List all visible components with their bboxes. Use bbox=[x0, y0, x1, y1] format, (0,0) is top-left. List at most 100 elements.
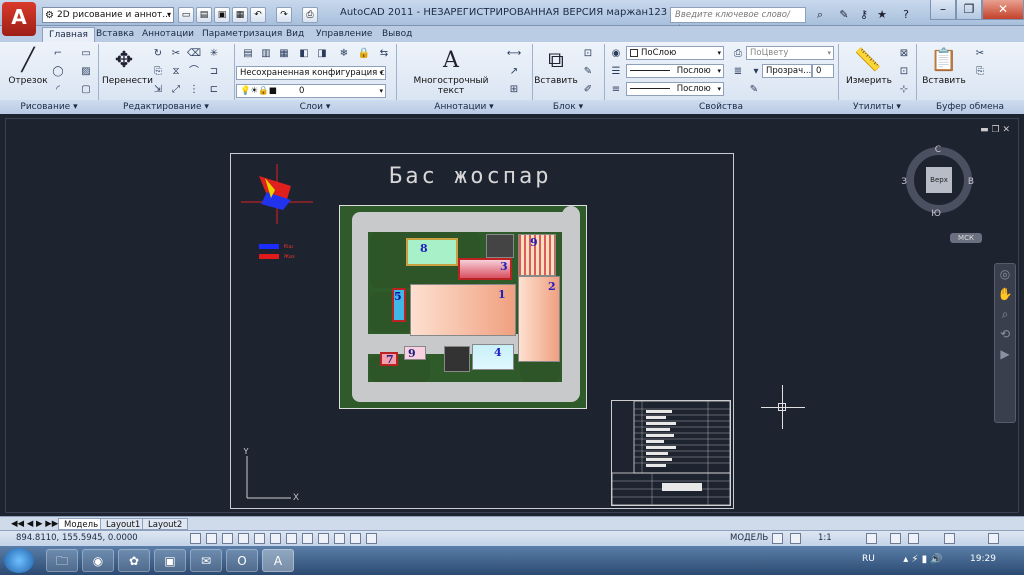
communication-center-icon[interactable]: ✎ bbox=[836, 7, 852, 23]
zoom-icon[interactable]: ⌕ bbox=[995, 304, 1015, 324]
lineweight-toggle[interactable] bbox=[350, 533, 361, 544]
offset-icon[interactable]: ⊐ bbox=[206, 64, 222, 79]
infer-constraints-toggle[interactable] bbox=[190, 533, 201, 544]
application-menu-button[interactable]: A bbox=[2, 2, 36, 36]
clean-screen-icon[interactable] bbox=[988, 533, 999, 544]
erase-icon[interactable]: ⌫ bbox=[186, 46, 202, 61]
orbit-icon[interactable]: ⟲ bbox=[995, 324, 1015, 344]
layer-properties-icon[interactable]: ▤ bbox=[240, 46, 256, 61]
list-icon[interactable]: ≣ bbox=[730, 64, 746, 79]
copy-icon[interactable]: ⎘ bbox=[150, 64, 166, 79]
dimension-icon[interactable]: ⟷ bbox=[506, 46, 522, 61]
viewport-controls[interactable]: ▬ ❐ ✕ bbox=[980, 125, 1010, 135]
viewcube-west[interactable]: З bbox=[901, 177, 907, 187]
language-indicator[interactable]: RU bbox=[862, 554, 875, 564]
new-file-button[interactable]: ▭ bbox=[178, 7, 194, 23]
key-icon[interactable]: ⚷ bbox=[856, 7, 872, 23]
annotation-visibility-icon[interactable] bbox=[866, 533, 877, 544]
point-icon[interactable]: ⊹ bbox=[896, 82, 912, 97]
layout-nav-arrows[interactable]: ◀◀ ◀ ▶ ▶▶ bbox=[6, 518, 63, 530]
polar-toggle[interactable] bbox=[254, 533, 265, 544]
tab-annotate[interactable]: Аннотации bbox=[142, 27, 194, 42]
viewcube-north[interactable]: С bbox=[935, 145, 941, 155]
edit-block-icon[interactable]: ✎ bbox=[580, 64, 596, 79]
quick-view-layouts-icon[interactable] bbox=[772, 533, 783, 544]
close-button[interactable]: ✕ bbox=[982, 0, 1024, 20]
search-input[interactable]: Введите ключевое слово/фразу bbox=[670, 7, 806, 34]
viewcube-south[interactable]: Ю bbox=[931, 209, 941, 219]
showmotion-icon[interactable]: ▶ bbox=[995, 344, 1015, 364]
layer-walk-icon[interactable]: ⇆ bbox=[376, 46, 392, 61]
utilities-panel-title[interactable]: Утилиты ▾ bbox=[838, 100, 916, 114]
leader-icon[interactable]: ↗ bbox=[506, 64, 522, 79]
3d-osnap-toggle[interactable] bbox=[286, 533, 297, 544]
tab-home[interactable]: Главная bbox=[42, 27, 95, 42]
plot-button[interactable]: ⎙ bbox=[302, 7, 318, 23]
join-icon[interactable]: ⊏ bbox=[206, 82, 222, 97]
modify-panel-title[interactable]: Редактирование ▾ bbox=[98, 100, 234, 114]
tab-model[interactable]: Модель bbox=[58, 518, 105, 530]
save-as-button[interactable]: ▦ bbox=[232, 7, 248, 23]
quick-select-icon[interactable]: ⊠ bbox=[896, 46, 912, 61]
layer-freeze-icon[interactable]: ❄ bbox=[336, 46, 352, 61]
explode-icon[interactable]: ✳ bbox=[206, 46, 222, 61]
mirror-icon[interactable]: ⧖ bbox=[168, 64, 184, 79]
linetype-dropdown[interactable]: Послою ▾ bbox=[626, 64, 724, 78]
viewcube-east[interactable]: В bbox=[968, 177, 974, 187]
site-plan[interactable]: 8 3 9 1 2 5 4 7 9 bbox=[339, 205, 587, 409]
viewcube-top-face[interactable]: Верх bbox=[926, 167, 952, 193]
grid-toggle[interactable] bbox=[222, 533, 233, 544]
annotation-scale[interactable]: 1:1 bbox=[818, 533, 832, 543]
tab-output[interactable]: Вывод bbox=[382, 27, 412, 42]
draw-panel-title[interactable]: Рисование ▾ bbox=[0, 100, 98, 114]
clipboard-panel-title[interactable]: Буфер обмена bbox=[916, 100, 1024, 114]
autocad-taskbar-button[interactable]: A bbox=[262, 549, 294, 572]
open-file-button[interactable]: ▤ bbox=[196, 7, 212, 23]
hatch-icon[interactable]: ▨ bbox=[78, 64, 94, 79]
clock[interactable]: 19:29 bbox=[970, 554, 996, 564]
workspace-switching-icon[interactable] bbox=[890, 533, 901, 544]
tab-insert[interactable]: Вставка bbox=[96, 27, 134, 42]
explorer-taskbar-button[interactable]: 🗀 bbox=[46, 549, 78, 572]
undo-button[interactable]: ↶ bbox=[250, 7, 266, 23]
move-button[interactable]: ✥ Перенести bbox=[102, 46, 153, 96]
measure-button[interactable]: 📏 Измерить bbox=[846, 46, 892, 96]
current-layer-dropdown[interactable]: 💡☀🔒■ 0 ▾ bbox=[236, 84, 386, 98]
circle-icon[interactable]: ◯ bbox=[50, 64, 66, 79]
osnap-toggle[interactable] bbox=[270, 533, 281, 544]
winrar-taskbar-button[interactable]: ▣ bbox=[154, 549, 186, 572]
chrome-taskbar-button[interactable]: ◉ bbox=[82, 549, 114, 572]
tab-parametric[interactable]: Параметризация bbox=[202, 27, 282, 42]
plotstyle-dropdown[interactable]: ПоЦвету ▾ bbox=[746, 46, 834, 60]
opera-taskbar-button[interactable]: O bbox=[226, 549, 258, 572]
transparency-toggle[interactable] bbox=[366, 533, 377, 544]
annotation-panel-title[interactable]: Аннотации ▾ bbox=[396, 100, 532, 114]
building-4[interactable] bbox=[472, 344, 514, 370]
favorites-star-icon[interactable]: ★ bbox=[874, 7, 890, 23]
match-properties-icon[interactable]: ✎ bbox=[746, 82, 762, 97]
dyn-toggle[interactable] bbox=[334, 533, 345, 544]
snap-toggle[interactable] bbox=[206, 533, 217, 544]
redo-button[interactable]: ↷ bbox=[276, 7, 292, 23]
minimize-button[interactable]: – bbox=[930, 0, 956, 20]
fillet-icon[interactable]: ⌒ bbox=[186, 64, 202, 79]
tab-layout2[interactable]: Layout2 bbox=[142, 518, 189, 530]
ortho-toggle[interactable] bbox=[238, 533, 249, 544]
transparency-label[interactable]: Прозрач... bbox=[762, 64, 812, 78]
rectangle-icon[interactable]: ▭ bbox=[78, 46, 94, 61]
insert-block-button[interactable]: ⧉ Вставить bbox=[534, 46, 578, 96]
create-block-icon[interactable]: ⊡ bbox=[580, 46, 596, 61]
steering-wheel-icon[interactable]: ◎ bbox=[995, 264, 1015, 284]
layer-match-icon[interactable]: ▦ bbox=[276, 46, 292, 61]
transparency-field[interactable]: 0 bbox=[812, 64, 834, 78]
layer-state-icon[interactable]: ▥ bbox=[258, 46, 274, 61]
paste-button[interactable]: 📋 Вставить bbox=[922, 46, 966, 96]
stretch-icon[interactable]: ⇲ bbox=[150, 82, 166, 97]
edit-attributes-icon[interactable]: ✐ bbox=[580, 82, 596, 97]
layers-panel-title[interactable]: Слои ▾ bbox=[234, 100, 396, 114]
otrack-toggle[interactable] bbox=[302, 533, 313, 544]
binoculars-icon[interactable]: ⌕ bbox=[812, 7, 828, 23]
copy-clip-icon[interactable]: ⎘ bbox=[972, 64, 988, 79]
select-all-icon[interactable]: ⊡ bbox=[896, 64, 912, 79]
restore-button[interactable]: ❐ bbox=[956, 0, 982, 20]
